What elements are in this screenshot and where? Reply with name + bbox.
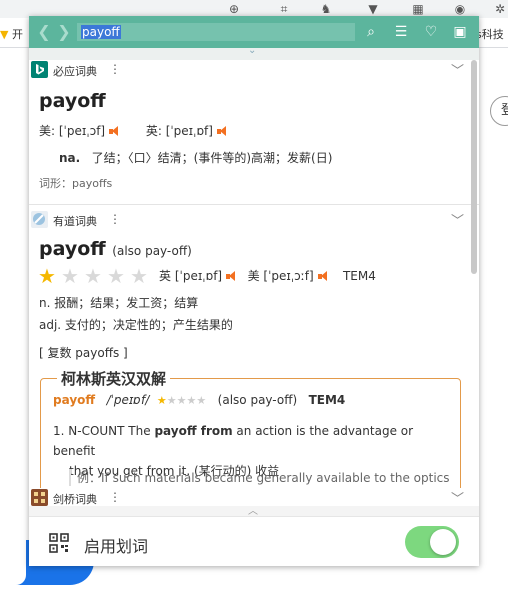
- extension-icon[interactable]: ♞: [318, 1, 334, 17]
- page-banner-edge: [0, 540, 26, 585]
- extension-arrow-icon[interactable]: ▼: [365, 1, 381, 17]
- bookmark-item[interactable]: ▼ 开: [0, 26, 23, 42]
- headword: payoff (also pay-off): [39, 238, 192, 260]
- bookmark-item[interactable]: s科技: [476, 26, 504, 42]
- back-arrow-icon[interactable]: ❮: [35, 22, 53, 42]
- bookmark-icon: ▼: [0, 28, 9, 41]
- dictionary-book-icon[interactable]: ▣: [450, 22, 470, 42]
- cambridge-logo-icon: [31, 489, 48, 506]
- dict-name: 必应词典: [53, 65, 97, 78]
- collins-section: 柯林斯英汉双解 payoff /ˈpeɪɒf/ ★★★★★ (also pay-…: [40, 368, 461, 506]
- notification-icon[interactable]: ⊕: [226, 1, 242, 17]
- chevron-down-icon[interactable]: ﹀: [451, 210, 464, 229]
- plural-form: [ 复数 payoffs ]: [39, 346, 128, 360]
- collins-title: 柯林斯英汉双解: [57, 368, 171, 389]
- exam-tag: TEM4: [342, 269, 376, 283]
- dictionary-popup: ❮ ❯ payoff ⌕ ☰ ♡ ▣ ⌄ 必应词典 ⋮ ﹀ payoff 美: …: [29, 16, 479, 566]
- popup-footer: 启用划词: [29, 516, 479, 566]
- speaker-icon[interactable]: [216, 126, 227, 136]
- collapse-top-row[interactable]: ⌄: [29, 45, 479, 60]
- active-extension-icon[interactable]: ◉: [452, 1, 468, 17]
- bing-logo-icon: [31, 61, 48, 78]
- speaker-icon[interactable]: [226, 271, 236, 281]
- star-filled-icon: ★: [38, 264, 56, 288]
- search-input[interactable]: payoff: [77, 23, 355, 41]
- more-vertical-icon[interactable]: ⋮: [109, 490, 121, 504]
- dict-name: 剑桥词典: [53, 493, 97, 506]
- settings-gear-icon[interactable]: ✲: [492, 1, 508, 17]
- more-vertical-icon[interactable]: ⋮: [109, 212, 121, 226]
- content-scrollbar[interactable]: [471, 60, 477, 274]
- definition-noun: n. 报酬；结果；发工资；结算: [39, 296, 199, 310]
- speaker-icon[interactable]: [109, 126, 119, 136]
- youdao-logo-icon: [31, 211, 48, 228]
- dict-header-bing[interactable]: 必应词典 ⋮ ﹀: [29, 60, 479, 80]
- forward-arrow-icon[interactable]: ❯: [55, 22, 73, 42]
- more-vertical-icon[interactable]: ⋮: [109, 62, 121, 76]
- ocr-extension-icon[interactable]: ⌗: [276, 1, 292, 17]
- extension-grid-icon[interactable]: ▦: [410, 1, 426, 17]
- qr-code-icon[interactable]: [49, 533, 69, 553]
- star-empty-icon: ★★★★: [166, 394, 207, 407]
- search-selected-text: payoff: [81, 25, 121, 39]
- dict-header-youdao[interactable]: 有道词典 ⋮ ﹀: [29, 210, 479, 230]
- star-rating: ★ ★ ★ ★ ★: [38, 266, 154, 288]
- dict-name: 有道词典: [53, 215, 97, 228]
- star-empty-icon: ★: [61, 264, 79, 288]
- toggle-knob: [430, 529, 456, 555]
- star-empty-icon: ★: [84, 264, 102, 288]
- word-forms: 词形：payoffs: [39, 177, 113, 190]
- favorite-heart-icon[interactable]: ♡: [421, 22, 441, 42]
- star-empty-icon: ★: [130, 264, 148, 288]
- search-icon[interactable]: ⌕: [361, 22, 381, 42]
- section-divider: [29, 204, 479, 205]
- chevron-up-icon: ︿: [248, 506, 258, 517]
- also-form: (also pay-off): [112, 244, 192, 258]
- phonetic-line: 英 [ˈpeɪˌɒf] 美 [ˈpeɪˌɔːf] TEM4: [159, 269, 376, 283]
- star-empty-icon: ★: [107, 264, 125, 288]
- chevron-down-icon[interactable]: ﹀: [451, 60, 464, 79]
- collins-headline: payoff /ˈpeɪɒf/ ★★★★★ (also pay-off) TEM…: [53, 393, 346, 407]
- star-filled-icon: ★: [156, 394, 167, 407]
- speaker-icon[interactable]: [317, 271, 328, 281]
- phonetic-line: 美: [ˈpeɪˌɔf] 英: [ˈpeɪˌɒf]: [39, 122, 227, 139]
- definition-line: na. 了结；〈口〉结清；(事件等的)高潮；发薪(日): [59, 151, 333, 165]
- menu-icon[interactable]: ☰: [391, 22, 411, 42]
- chevron-down-icon[interactable]: ﹀: [451, 488, 464, 506]
- definition-adj: adj. 支付的；决定性的；产生结果的: [39, 318, 233, 332]
- popup-top-bar: ❮ ❯ payoff ⌕ ☰ ♡ ▣: [29, 16, 479, 48]
- collins-example: 例：If such materials became generally ava…: [69, 469, 450, 486]
- collins-rating: ★★★★★: [157, 394, 206, 407]
- chevron-down-icon: ⌄: [248, 45, 257, 56]
- headword: payoff: [39, 90, 106, 112]
- word-select-label: 启用划词: [84, 537, 149, 556]
- dictionary-content[interactable]: 必应词典 ⋮ ﹀ payoff 美: [ˈpeɪˌɔf] 英: [ˈpeɪˌɒf…: [29, 60, 479, 506]
- word-select-toggle[interactable]: [405, 526, 459, 558]
- expand-bottom-row[interactable]: ︿: [29, 506, 479, 517]
